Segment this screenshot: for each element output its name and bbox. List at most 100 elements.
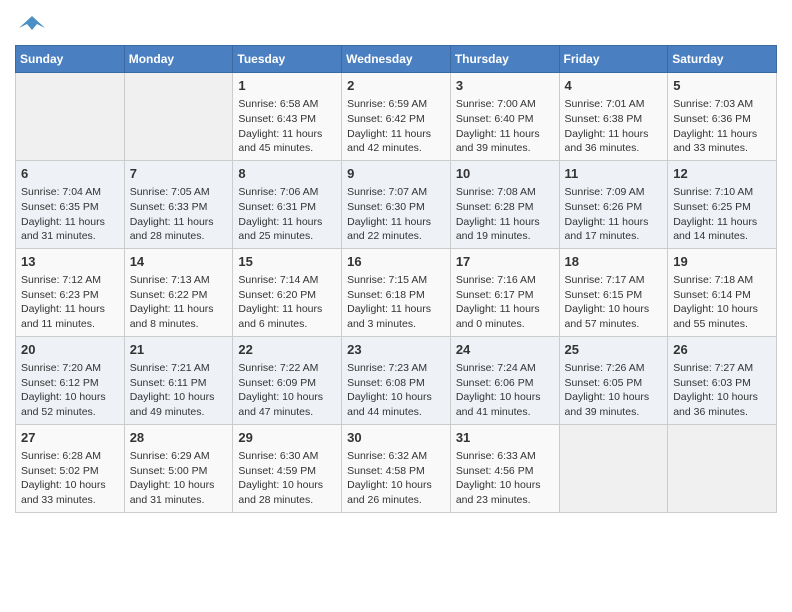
calendar-cell: 7Sunrise: 7:05 AMSunset: 6:33 PMDaylight… [124,160,233,248]
day-info: Sunrise: 7:12 AMSunset: 6:23 PMDaylight:… [21,273,119,332]
day-number: 23 [347,341,445,359]
calendar-cell: 14 Sunrise: 7:13 AMSunset: 6:22 PMDayligh… [124,248,233,336]
header-tuesday: Tuesday [233,46,342,73]
calendar-cell: 6 Sunrise: 7:04 AMSunset: 6:35 PMDaylight… [16,160,125,248]
header-monday: Monday [124,46,233,73]
calendar-body: 1 Sunrise: 6:58 AMSunset: 6:43 PMDaylight… [16,73,777,513]
day-number: 15 [238,253,336,271]
day-number: 17 [456,253,554,271]
header-saturday: Saturday [668,46,777,73]
day-number: 6 [21,165,119,183]
calendar-cell: 24Sunrise: 7:24 AMSunset: 6:06 PMDayligh… [450,336,559,424]
week-row-4: 27 Sunrise: 6:28 AMSunset: 5:02 PMDayligh… [16,424,777,512]
day-number: 2 [347,77,445,95]
day-info: Sunrise: 7:10 AMSunset: 6:25 PMDaylight:… [673,185,771,244]
logo-bird-icon [17,14,47,32]
day-number: 16 [347,253,445,271]
calendar-cell: 16 Sunrise: 7:15 AMSunset: 6:18 PMDayligh… [342,248,451,336]
day-number: 4 [565,77,663,95]
day-number: 11 [565,165,663,183]
calendar-cell: 11 Sunrise: 7:09 AMSunset: 6:26 PMDayligh… [559,160,668,248]
calendar-cell: 27 Sunrise: 6:28 AMSunset: 5:02 PMDayligh… [16,424,125,512]
calendar-cell [124,73,233,161]
calendar-cell: 29 Sunrise: 6:30 AMSunset: 4:59 PMDayligh… [233,424,342,512]
day-number: 26 [673,341,771,359]
calendar-cell: 17 Sunrise: 7:16 AMSunset: 6:17 PMDayligh… [450,248,559,336]
week-row-2: 13 Sunrise: 7:12 AMSunset: 6:23 PMDayligh… [16,248,777,336]
day-info: Sunrise: 7:06 AMSunset: 6:31 PMDaylight:… [238,185,336,244]
day-info: Sunrise: 7:15 AMSunset: 6:18 PMDaylight:… [347,273,445,332]
calendar-cell: 9Sunrise: 7:07 AMSunset: 6:30 PMDaylight… [342,160,451,248]
day-number: 13 [21,253,119,271]
day-number: 24 [456,341,554,359]
day-info: Sunrise: 7:22 AMSunset: 6:09 PMDaylight:… [238,361,336,420]
day-number: 21 [130,341,228,359]
day-number: 31 [456,429,554,447]
logo [15,14,47,37]
calendar-cell: 25 Sunrise: 7:26 AMSunset: 6:05 PMDayligh… [559,336,668,424]
day-number: 12 [673,165,771,183]
day-number: 9 [347,165,445,183]
calendar-cell: 4 Sunrise: 7:01 AMSunset: 6:38 PMDaylight… [559,73,668,161]
calendar-cell: 3 Sunrise: 7:00 AMSunset: 6:40 PMDaylight… [450,73,559,161]
day-number: 30 [347,429,445,447]
day-info: Sunrise: 7:23 AMSunset: 6:08 PMDaylight:… [347,361,445,420]
calendar-cell: 21Sunrise: 7:21 AMSunset: 6:11 PMDayligh… [124,336,233,424]
day-info: Sunrise: 6:29 AMSunset: 5:00 PMDaylight:… [130,449,228,508]
day-number: 1 [238,77,336,95]
calendar-cell: 18Sunrise: 7:17 AMSunset: 6:15 PMDayligh… [559,248,668,336]
day-info: Sunrise: 7:04 AMSunset: 6:35 PMDaylight:… [21,185,119,244]
calendar-cell: 5 Sunrise: 7:03 AMSunset: 6:36 PMDaylight… [668,73,777,161]
week-row-1: 6 Sunrise: 7:04 AMSunset: 6:35 PMDaylight… [16,160,777,248]
calendar-cell: 8 Sunrise: 7:06 AMSunset: 6:31 PMDaylight… [233,160,342,248]
day-info: Sunrise: 7:03 AMSunset: 6:36 PMDaylight:… [673,97,771,156]
calendar-cell: 20Sunrise: 7:20 AMSunset: 6:12 PMDayligh… [16,336,125,424]
header-thursday: Thursday [450,46,559,73]
day-info: Sunrise: 7:01 AMSunset: 6:38 PMDaylight:… [565,97,663,156]
day-info: Sunrise: 7:18 AMSunset: 6:14 PMDaylight:… [673,273,771,332]
day-info: Sunrise: 7:00 AMSunset: 6:40 PMDaylight:… [456,97,554,156]
day-info: Sunrise: 6:33 AMSunset: 4:56 PMDaylight:… [456,449,554,508]
day-number: 14 [130,253,228,271]
day-info: Sunrise: 7:27 AMSunset: 6:03 PMDaylight:… [673,361,771,420]
calendar-cell: 2Sunrise: 6:59 AMSunset: 6:42 PMDaylight… [342,73,451,161]
day-number: 5 [673,77,771,95]
day-number: 3 [456,77,554,95]
week-row-0: 1 Sunrise: 6:58 AMSunset: 6:43 PMDaylight… [16,73,777,161]
day-info: Sunrise: 6:28 AMSunset: 5:02 PMDaylight:… [21,449,119,508]
day-number: 22 [238,341,336,359]
header [15,10,777,37]
week-row-3: 20Sunrise: 7:20 AMSunset: 6:12 PMDayligh… [16,336,777,424]
day-number: 7 [130,165,228,183]
day-info: Sunrise: 6:30 AMSunset: 4:59 PMDaylight:… [238,449,336,508]
day-number: 28 [130,429,228,447]
calendar-cell: 1 Sunrise: 6:58 AMSunset: 6:43 PMDaylight… [233,73,342,161]
calendar-cell: 15 Sunrise: 7:14 AMSunset: 6:20 PMDayligh… [233,248,342,336]
calendar-cell: 22 Sunrise: 7:22 AMSunset: 6:09 PMDayligh… [233,336,342,424]
day-info: Sunrise: 7:13 AMSunset: 6:22 PMDaylight:… [130,273,228,332]
calendar-cell: 23 Sunrise: 7:23 AMSunset: 6:08 PMDayligh… [342,336,451,424]
header-row: SundayMondayTuesdayWednesdayThursdayFrid… [16,46,777,73]
day-info: Sunrise: 7:14 AMSunset: 6:20 PMDaylight:… [238,273,336,332]
day-number: 27 [21,429,119,447]
calendar-cell: 12 Sunrise: 7:10 AMSunset: 6:25 PMDayligh… [668,160,777,248]
day-number: 20 [21,341,119,359]
day-number: 8 [238,165,336,183]
day-info: Sunrise: 7:26 AMSunset: 6:05 PMDaylight:… [565,361,663,420]
day-number: 18 [565,253,663,271]
calendar-cell: 19 Sunrise: 7:18 AMSunset: 6:14 PMDayligh… [668,248,777,336]
day-info: Sunrise: 6:32 AMSunset: 4:58 PMDaylight:… [347,449,445,508]
calendar-table: SundayMondayTuesdayWednesdayThursdayFrid… [15,45,777,513]
calendar-cell: 26 Sunrise: 7:27 AMSunset: 6:03 PMDayligh… [668,336,777,424]
calendar-header: SundayMondayTuesdayWednesdayThursdayFrid… [16,46,777,73]
day-number: 19 [673,253,771,271]
day-info: Sunrise: 7:09 AMSunset: 6:26 PMDaylight:… [565,185,663,244]
header-wednesday: Wednesday [342,46,451,73]
day-number: 29 [238,429,336,447]
header-friday: Friday [559,46,668,73]
day-info: Sunrise: 6:58 AMSunset: 6:43 PMDaylight:… [238,97,336,156]
day-info: Sunrise: 7:16 AMSunset: 6:17 PMDaylight:… [456,273,554,332]
day-number: 25 [565,341,663,359]
calendar-cell [668,424,777,512]
header-sunday: Sunday [16,46,125,73]
